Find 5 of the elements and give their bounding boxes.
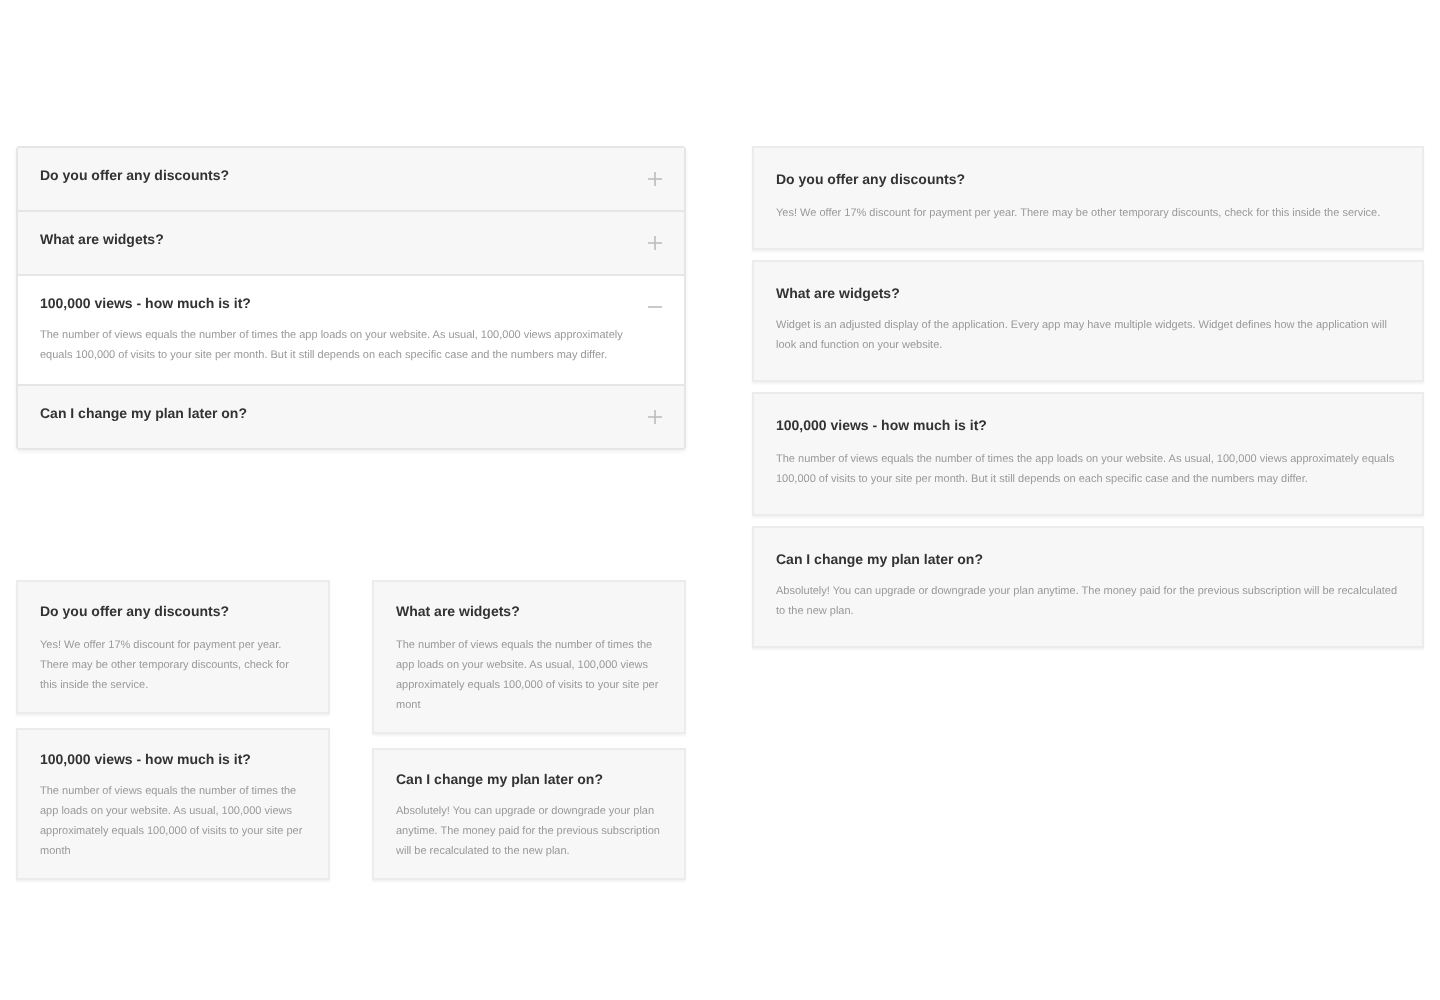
plus-icon [648, 172, 662, 186]
plus-icon [648, 410, 662, 424]
minus-icon [648, 300, 662, 314]
plus-icon [648, 236, 662, 250]
accordion-item[interactable] [18, 274, 684, 384]
